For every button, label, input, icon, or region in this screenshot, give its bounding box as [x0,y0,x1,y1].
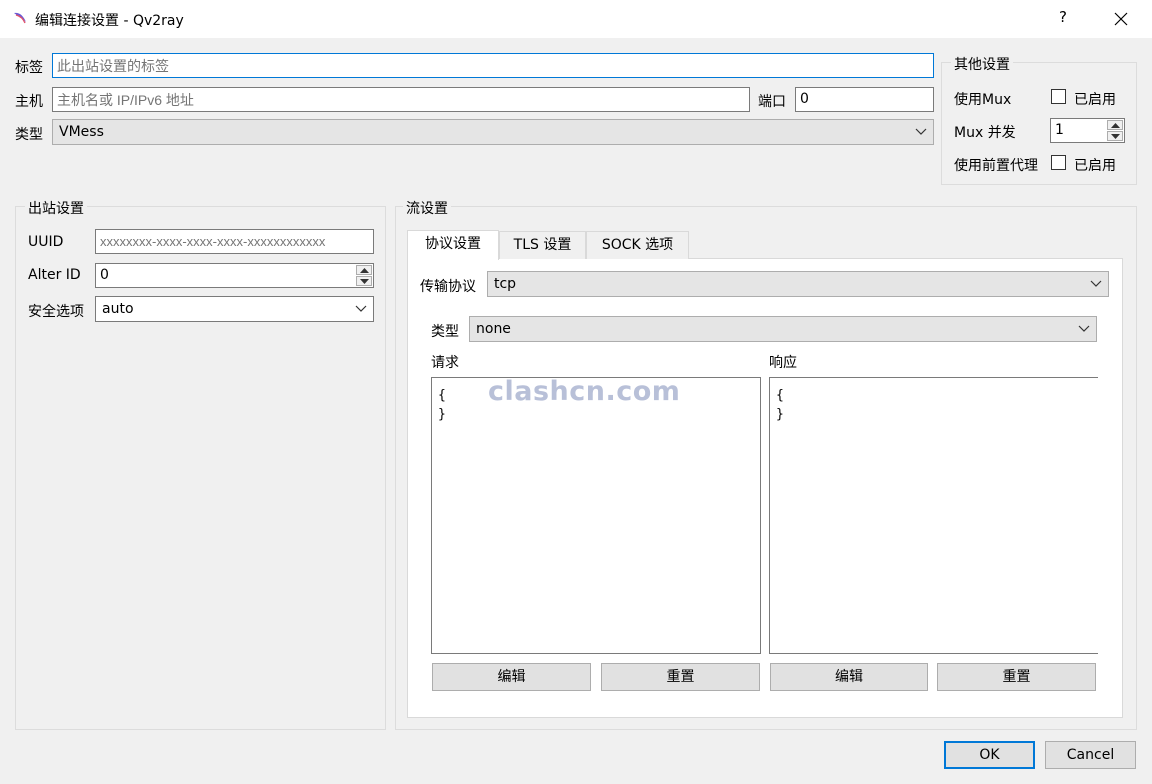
arrow-up-icon [1111,123,1120,128]
response-edit-button[interactable]: 编辑 [770,663,928,691]
front-proxy-enabled-label: 已启用 [1074,158,1116,174]
transport-select[interactable]: tcp [487,271,1109,297]
transport-value: tcp [494,276,517,292]
alterid-label: Alter ID [28,267,81,283]
uuid-input[interactable] [95,229,374,254]
type-label: 类型 [15,127,43,143]
chevron-down-icon [355,305,367,312]
close-icon [1114,12,1128,26]
ok-button[interactable]: OK [944,741,1035,769]
response-editor[interactable]: { } [769,377,1098,654]
uuid-label: UUID [28,234,64,250]
window-title: 编辑连接设置 - Qv2ray [35,13,184,29]
arrow-down-icon [1111,134,1120,139]
chevron-down-icon [1090,280,1102,287]
front-proxy-checkbox[interactable] [1051,155,1066,170]
request-reset-button[interactable]: 重置 [601,663,760,691]
tab-sock-options[interactable]: SOCK 选项 [586,231,689,259]
watermark-text: clashcn.com [488,376,681,407]
request-editor[interactable]: { } [431,377,761,654]
tab-protocol-settings[interactable]: 协议设置 [407,230,499,260]
alterid-spinbox[interactable]: 0 [95,263,374,288]
header-type-value: none [476,321,511,337]
mux-enabled-label: 已启用 [1074,92,1116,108]
transport-label: 传输协议 [420,279,476,295]
mux-checkbox[interactable] [1051,89,1066,104]
front-proxy-label: 使用前置代理 [954,158,1038,174]
alterid-value: 0 [100,267,109,283]
request-edit-button[interactable]: 编辑 [432,663,591,691]
chevron-down-icon [915,128,927,135]
title-bar: 编辑连接设置 - Qv2ray ? [0,0,1152,38]
spin-up-button[interactable] [1107,120,1123,130]
port-input[interactable]: 0 [795,87,934,112]
chevron-down-icon [1078,325,1090,332]
use-mux-label: 使用Mux [954,92,1012,108]
spin-down-button[interactable] [1107,131,1123,141]
mux-concurrency-spin-buttons [1107,120,1123,141]
qv2ray-app-icon [12,10,28,26]
mux-concurrency-value: 1 [1055,122,1064,138]
outbound-settings-title: 出站设置 [25,198,87,218]
help-button[interactable]: ? [1052,8,1074,30]
alterid-spin-buttons [356,265,372,286]
request-label: 请求 [431,355,459,371]
protocol-type-select[interactable]: VMess [52,119,934,145]
tab-tls-settings[interactable]: TLS 设置 [499,231,586,259]
other-settings-title: 其他设置 [951,54,1013,74]
port-label: 端口 [758,94,786,110]
stream-settings-title: 流设置 [403,198,451,218]
close-button[interactable] [1108,6,1134,32]
cancel-button[interactable]: Cancel [1045,741,1136,769]
mux-concurrency-spinbox[interactable]: 1 [1050,118,1125,143]
header-type-select[interactable]: none [469,316,1097,342]
response-reset-button[interactable]: 重置 [937,663,1096,691]
host-label: 主机 [15,94,43,110]
tag-input[interactable] [52,53,934,78]
spin-up-button[interactable] [356,265,372,275]
host-input[interactable] [52,87,750,112]
security-label: 安全选项 [28,304,84,320]
security-value: auto [102,301,134,317]
mux-concurrency-label: Mux 并发 [954,125,1016,141]
protocol-type-value: VMess [59,124,104,140]
arrow-down-icon [360,279,369,284]
response-label: 响应 [769,355,797,371]
header-type-label: 类型 [431,324,459,340]
arrow-up-icon [360,268,369,273]
spin-down-button[interactable] [356,276,372,286]
security-select[interactable]: auto [95,296,374,322]
tag-label: 标签 [15,60,43,76]
